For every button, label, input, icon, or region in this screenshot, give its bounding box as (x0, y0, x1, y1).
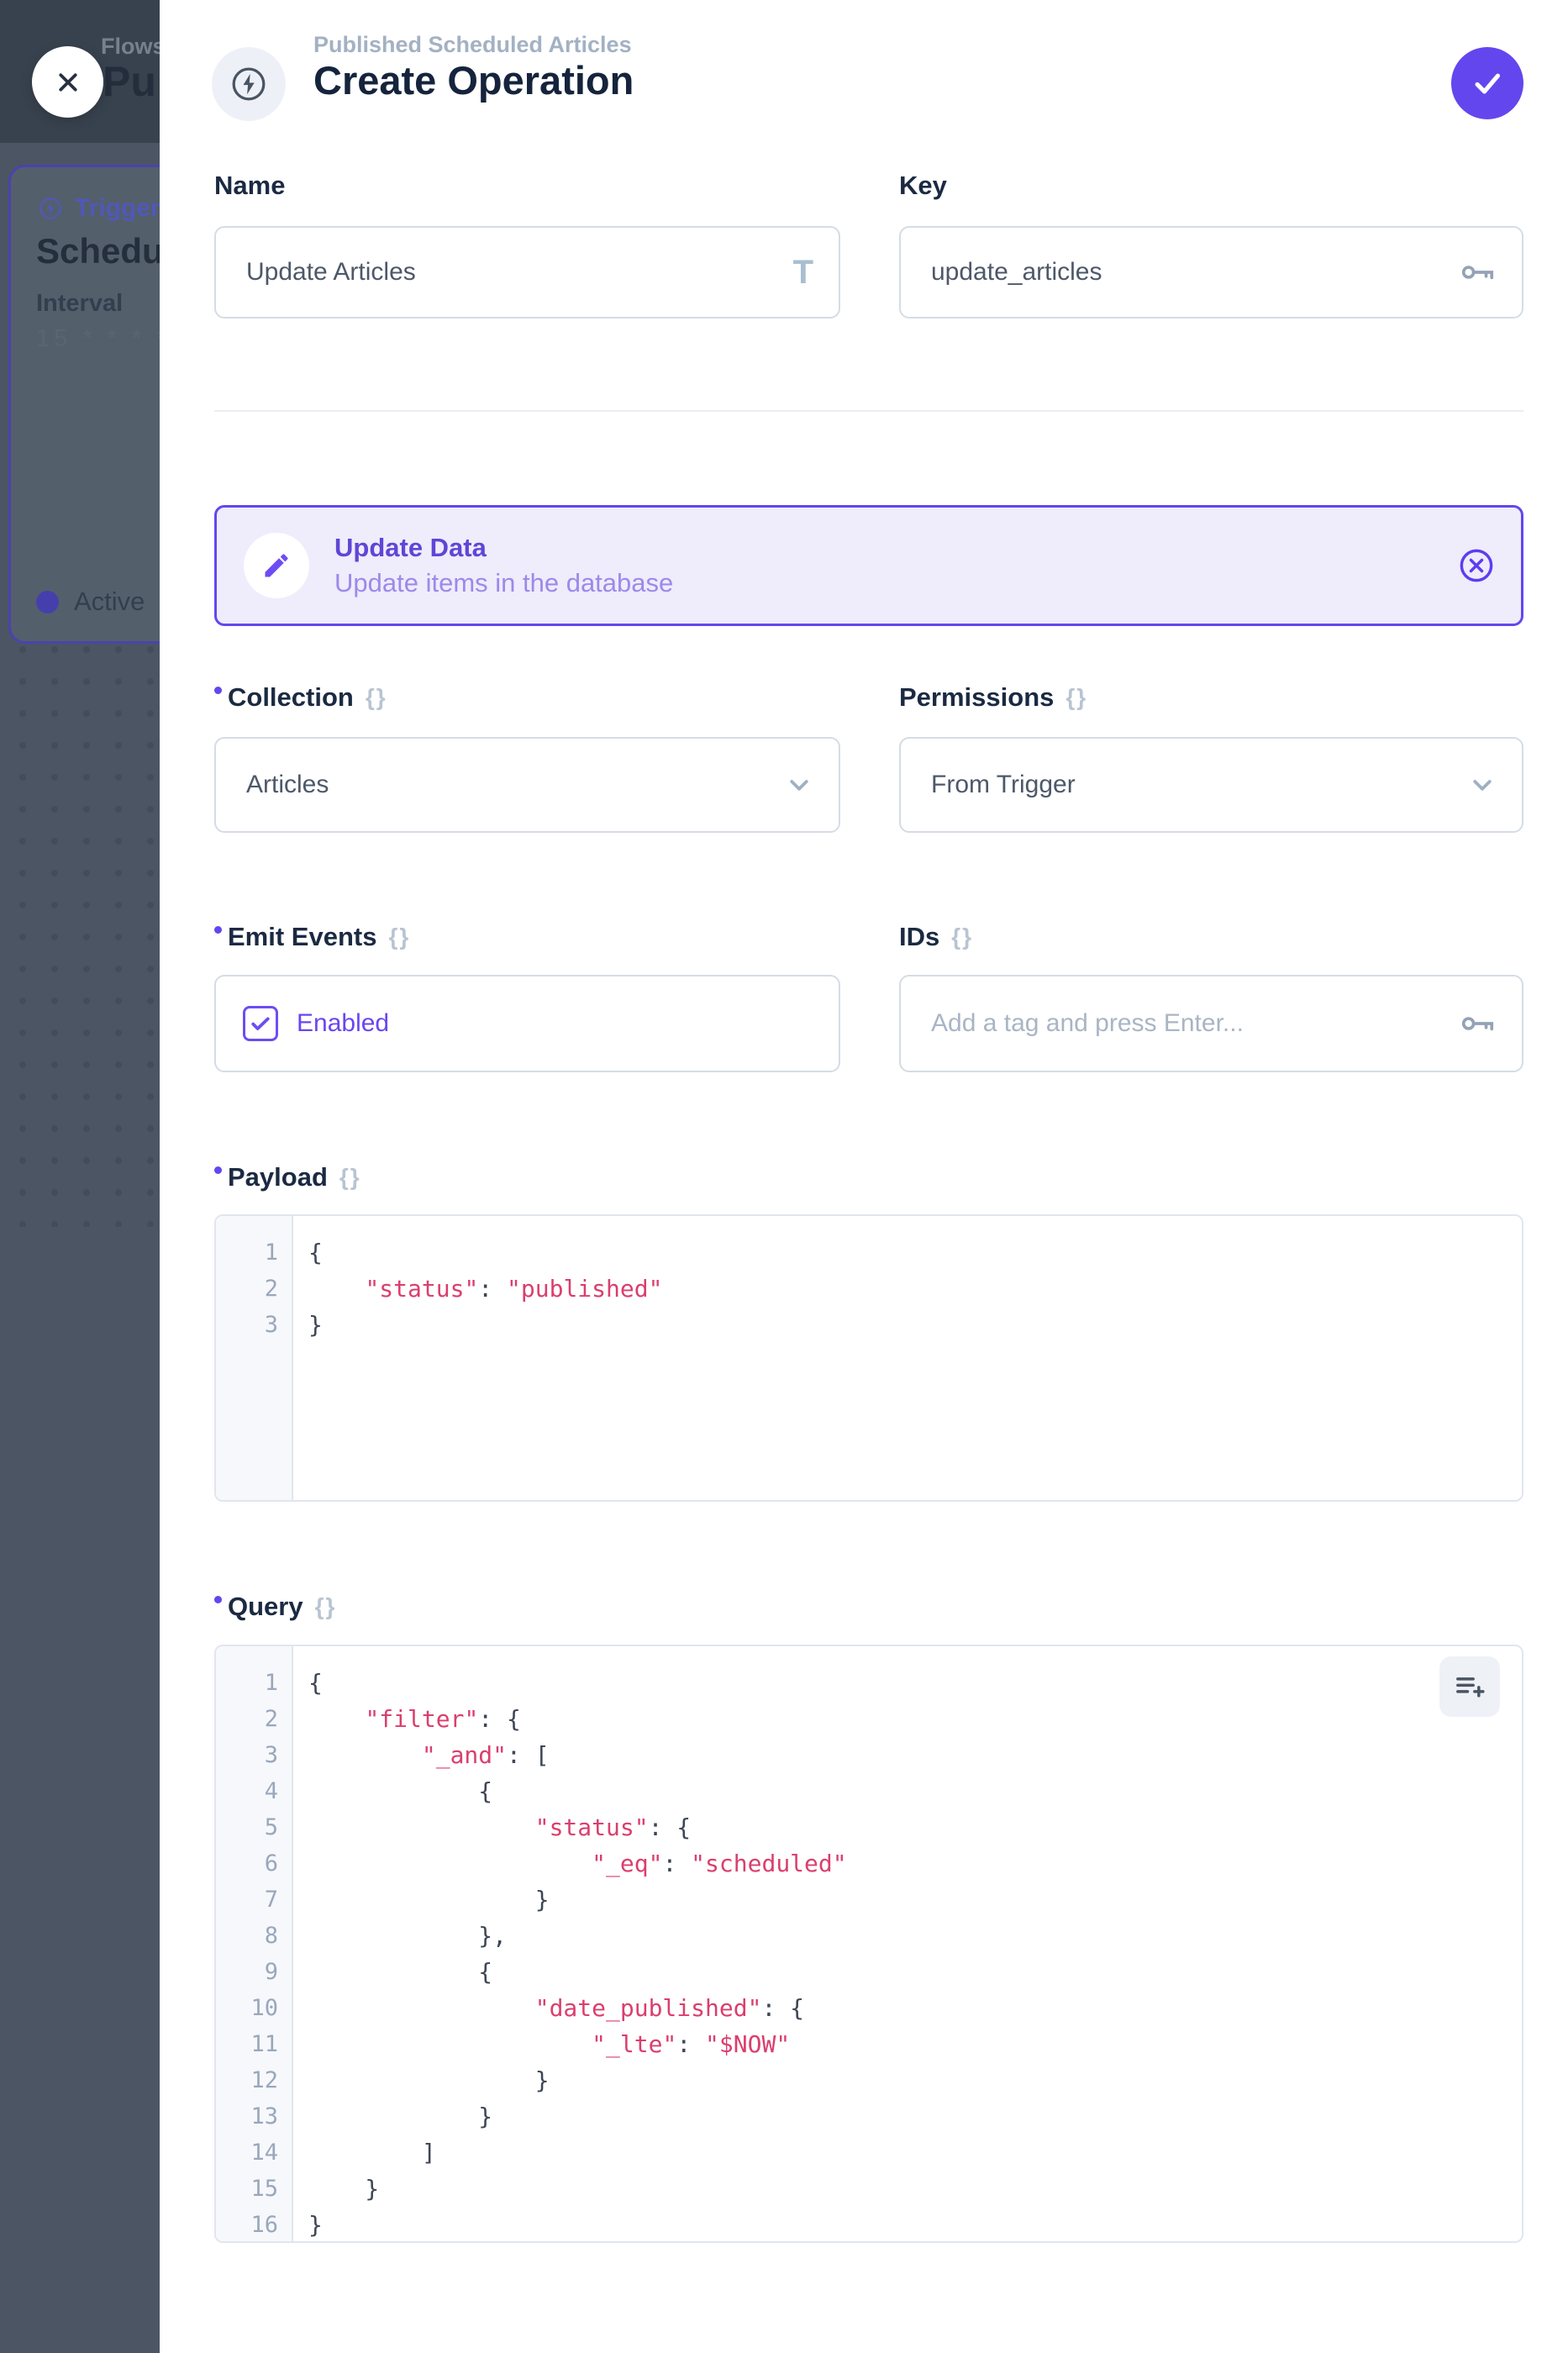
section-divider (214, 410, 1523, 412)
raw-value-icon[interactable]: {} (366, 684, 387, 711)
payload-label: Payload (228, 1162, 328, 1192)
required-indicator (214, 1166, 222, 1174)
raw-value-icon[interactable]: {} (388, 924, 410, 950)
emit-events-label-row: Emit Events {} (214, 922, 840, 952)
emit-events-field: Enabled (214, 975, 840, 1072)
emit-events-label: Emit Events (228, 922, 376, 952)
ids-input-wrap (899, 975, 1523, 1072)
ids-label-row: IDs {} (899, 922, 1523, 952)
page-title: Create Operation (313, 57, 634, 103)
dimmed-background-page: Flows Pu Trigger Schedul Interval 15 * *… (0, 0, 160, 2353)
required-indicator (214, 1596, 222, 1603)
ids-tag-input[interactable] (931, 1009, 1458, 1038)
payload-line-numbers: 123 (216, 1216, 293, 1500)
payload-label-row: Payload {} (214, 1162, 840, 1192)
status-dot (36, 591, 59, 613)
chevron-down-icon (783, 769, 815, 801)
ids-label: IDs (899, 922, 939, 952)
bolt-icon (229, 65, 268, 103)
playlist-add-icon (1453, 1670, 1486, 1703)
checkbox-check-icon (248, 1011, 273, 1036)
name-input-wrap: T (214, 226, 840, 318)
collection-select[interactable]: Articles (214, 737, 840, 833)
permissions-label-row: Permissions {} (899, 682, 1523, 713)
operation-type-banner[interactable]: Update Data Update items in the database (214, 505, 1523, 626)
collection-label-row: Collection {} (214, 682, 840, 713)
trigger-card-type: Trigger (38, 194, 160, 223)
app: Flows Pu Trigger Schedul Interval 15 * *… (0, 0, 1568, 2353)
status-label: Active (74, 587, 145, 617)
check-icon (1469, 65, 1506, 102)
name-input[interactable] (246, 258, 793, 287)
key-icon (1458, 253, 1497, 292)
query-code[interactable]: { "filter": { "_and": [ { "status": { "_… (293, 1646, 1522, 2241)
banner-subtitle: Update items in the database (334, 568, 1457, 598)
create-operation-drawer: Published Scheduled Articles Create Oper… (160, 0, 1568, 2353)
raw-value-icon[interactable]: {} (315, 1593, 337, 1620)
raw-value-icon[interactable]: {} (339, 1164, 361, 1191)
breadcrumb: Published Scheduled Articles (313, 32, 632, 58)
close-icon (52, 66, 84, 98)
background-breadcrumb: Flows (101, 34, 160, 60)
trigger-card-type-label: Trigger (75, 194, 160, 223)
query-code-editor[interactable]: 12345678910111213141516 { "filter": { "_… (214, 1645, 1523, 2243)
query-label: Query (228, 1592, 303, 1622)
emit-events-checkbox[interactable] (243, 1006, 278, 1041)
text-type-icon: T (793, 255, 813, 289)
key-label-row: Key (899, 171, 1523, 201)
collection-label: Collection (228, 682, 354, 713)
trigger-card: Trigger Schedul Interval 15 * * * * Acti… (8, 165, 160, 644)
close-drawer-button[interactable] (32, 46, 103, 118)
payload-code[interactable]: { "status": "published"} (293, 1216, 1522, 1500)
emit-events-checkbox-label: Enabled (297, 1009, 389, 1038)
permissions-label: Permissions (899, 682, 1054, 713)
key-input-wrap (899, 226, 1523, 318)
required-indicator (214, 687, 222, 694)
collection-value: Articles (246, 771, 783, 799)
background-page-title: Pu (103, 57, 156, 106)
key-label: Key (899, 171, 947, 201)
name-label: Name (214, 171, 285, 201)
permissions-value: From Trigger (931, 771, 1466, 799)
bolt-icon (38, 196, 63, 221)
key-icon (1458, 1004, 1497, 1043)
raw-value-icon[interactable]: {} (1066, 684, 1087, 711)
permissions-select[interactable]: From Trigger (899, 737, 1523, 833)
payload-code-editor[interactable]: 123 { "status": "published"} (214, 1214, 1523, 1502)
trigger-card-status: Active (36, 586, 160, 618)
raw-value-icon[interactable]: {} (951, 924, 973, 950)
add-field-button[interactable] (1439, 1656, 1500, 1717)
banner-title: Update Data (334, 533, 1457, 563)
remove-operation-type-icon[interactable] (1457, 546, 1496, 585)
save-operation-button[interactable] (1451, 47, 1523, 119)
banner-icon-circle (244, 533, 309, 598)
required-indicator (214, 926, 222, 934)
operation-icon-chip (212, 47, 286, 121)
query-label-row: Query {} (214, 1592, 840, 1622)
trigger-card-property-label: Interval (36, 290, 123, 318)
banner-texts: Update Data Update items in the database (334, 533, 1457, 598)
trigger-card-property-value: 15 * * * * (36, 325, 160, 353)
trigger-card-title: Schedul (36, 231, 160, 271)
pencil-icon (261, 550, 292, 581)
key-input[interactable] (931, 258, 1458, 287)
chevron-down-icon (1466, 769, 1498, 801)
name-label-row: Name (214, 171, 840, 201)
query-line-numbers: 12345678910111213141516 (216, 1646, 293, 2241)
